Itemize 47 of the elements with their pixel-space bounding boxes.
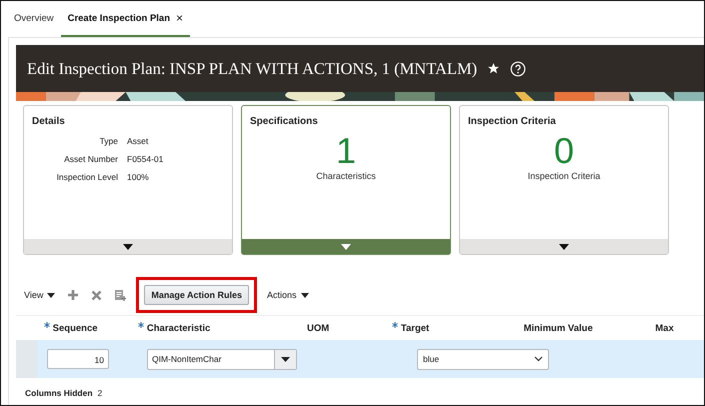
caret-icon xyxy=(559,244,569,250)
page-tab[interactable]: Create Inspection Plan × xyxy=(60,1,190,37)
column-header: UOM xyxy=(307,322,330,334)
card-title: Inspection Criteria xyxy=(468,116,557,127)
caret-icon xyxy=(123,244,133,250)
view-menu[interactable]: View xyxy=(24,290,56,300)
characteristic-combobox[interactable]: QIM-NonItemChar xyxy=(147,348,297,370)
field-label: Type xyxy=(98,136,118,146)
field-value: 100% xyxy=(127,172,150,182)
field-label: Asset Number xyxy=(63,154,118,164)
table-row[interactable]: 10 QIM-NonItemChar blue xyxy=(16,340,704,378)
footer-value: 2 xyxy=(98,388,102,398)
count-value: 1 xyxy=(336,131,356,171)
count-caption: Inspection Criteria xyxy=(528,171,600,181)
card-title: Specifications xyxy=(250,116,319,127)
column-header: Characteristic xyxy=(146,323,210,334)
delete-icon[interactable] xyxy=(91,290,102,300)
actions-menu[interactable]: Actions xyxy=(267,290,309,300)
add-icon[interactable] xyxy=(67,289,80,301)
count-value: 0 xyxy=(554,131,574,171)
column-header: Sequence xyxy=(52,323,98,334)
sequence-field[interactable]: 10 xyxy=(47,349,109,369)
caret-icon xyxy=(47,292,56,298)
field-label: Inspection Level xyxy=(56,172,118,182)
card-title: Details xyxy=(32,116,66,127)
caret-icon xyxy=(281,356,290,362)
summary-card[interactable]: Specifications 1 Characteristics xyxy=(241,105,451,255)
field-value: Asset xyxy=(127,136,150,146)
column-header: Target xyxy=(400,323,430,334)
column-header: Minimum Value xyxy=(524,322,593,334)
summary-card[interactable]: Details Type Asset Asset Number F0554-01 Inspection Level 100% xyxy=(23,105,233,255)
star-icon[interactable] xyxy=(487,62,500,75)
caret-icon xyxy=(300,292,309,298)
field-value: F0554-01 xyxy=(127,154,164,164)
manage-action-rules-button[interactable]: Manage Action Rules xyxy=(144,285,250,305)
chevron-icon xyxy=(534,356,543,362)
caret-icon xyxy=(341,244,351,250)
help-icon[interactable] xyxy=(510,60,526,76)
edit-list-icon[interactable] xyxy=(114,289,126,301)
close-icon[interactable]: × xyxy=(176,11,184,25)
column-header: Max xyxy=(655,322,674,334)
summary-card[interactable]: Inspection Criteria 0 Inspection Criteria xyxy=(459,105,669,255)
target-select[interactable]: blue xyxy=(417,348,549,370)
page-title: Edit Inspection Plan: INSP PLAN WITH ACTIONS, 1 (MNTALM) xyxy=(27,58,478,78)
page-tab[interactable]: Overview xyxy=(7,1,61,37)
count-caption: Characteristics xyxy=(316,171,376,181)
footer-label: Columns Hidden xyxy=(25,388,93,398)
